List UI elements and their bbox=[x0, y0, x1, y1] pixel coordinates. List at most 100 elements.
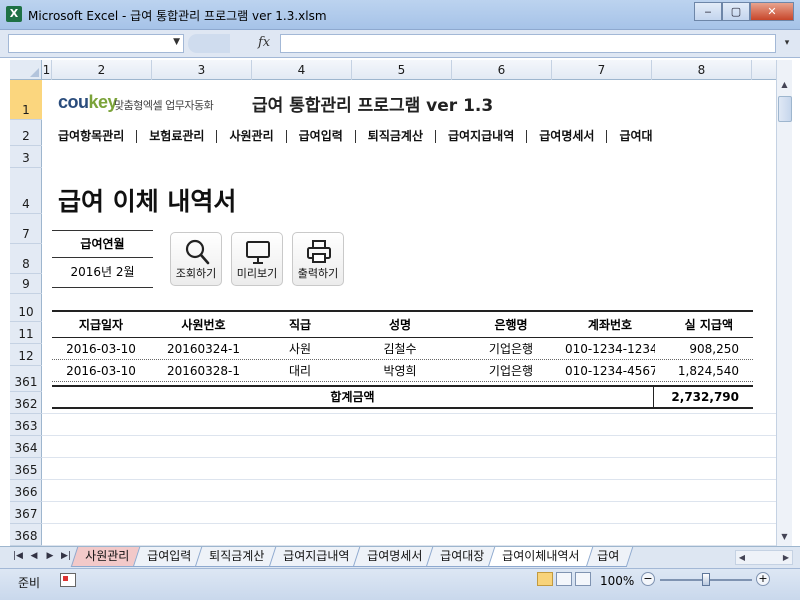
column-header[interactable]: 8 bbox=[652, 60, 752, 80]
maximize-button[interactable]: ▢ bbox=[722, 2, 750, 21]
vertical-scrollbar[interactable]: ▲ ▼ bbox=[776, 60, 792, 546]
formula-input[interactable] bbox=[280, 34, 776, 53]
preview-button[interactable]: 미리보기 bbox=[231, 232, 283, 286]
table-cell: 박영희 bbox=[383, 364, 417, 378]
column-header[interactable]: 3 bbox=[152, 60, 252, 80]
period-label: 급여연월 bbox=[52, 230, 153, 258]
row-header[interactable]: 1 bbox=[10, 80, 42, 120]
close-button[interactable]: ✕ bbox=[750, 2, 794, 21]
preview-button-label: 미리보기 bbox=[236, 267, 278, 280]
row-header[interactable]: 363 bbox=[10, 414, 42, 436]
sheet-tab-label: 급여입력 bbox=[147, 549, 192, 563]
table-cell: 20160324-1 bbox=[166, 342, 241, 356]
vertical-scroll-thumb[interactable] bbox=[778, 96, 792, 122]
period-value[interactable]: 2016년 2월 bbox=[52, 258, 153, 288]
total-row: 합계금액 2,732,790 bbox=[52, 385, 753, 409]
sheet-tab[interactable]: 급여지급내역 bbox=[268, 547, 364, 567]
page-layout-view-button[interactable] bbox=[556, 572, 572, 586]
logo-subtitle: 맞춤형엑셀 업무자동화 bbox=[114, 99, 214, 112]
zoom-slider-thumb[interactable] bbox=[702, 573, 710, 586]
select-all-corner[interactable] bbox=[10, 60, 42, 80]
row-header[interactable]: 4 bbox=[10, 168, 42, 214]
formula-bar-splitter[interactable] bbox=[188, 34, 230, 53]
minimize-button[interactable]: ‒ bbox=[694, 2, 722, 21]
table-cell: 2016-03-10 bbox=[66, 364, 136, 378]
search-button[interactable]: 조회하기 bbox=[170, 232, 222, 286]
row-header[interactable]: 365 bbox=[10, 458, 42, 480]
table-header-row: 지급일자 사원번호 직급 성명 은행명 계좌번호 실 지급액 bbox=[52, 310, 753, 338]
print-button[interactable]: 출력하기 bbox=[292, 232, 344, 286]
column-header[interactable]: 7 bbox=[552, 60, 652, 80]
zoom-out-icon[interactable]: − bbox=[641, 572, 655, 586]
menu-item[interactable]: 보험료관리 bbox=[137, 129, 218, 143]
last-sheet-icon[interactable]: ▶| bbox=[60, 551, 72, 561]
gridline bbox=[42, 501, 776, 502]
zoom-level[interactable]: 100% bbox=[600, 574, 634, 588]
row-header[interactable]: 2 bbox=[10, 120, 42, 146]
menu-item[interactable]: 급여명세서 bbox=[527, 129, 608, 143]
scroll-right-icon[interactable]: ▶ bbox=[780, 551, 792, 564]
window-title: Microsoft Excel - 급여 통합관리 프로그램 ver 1.3.x… bbox=[28, 9, 327, 23]
table-row[interactable]: 2016-03-10 20160328-1 대리 박영희 기업은행 010-1234-45… bbox=[52, 360, 753, 382]
menu-item[interactable]: 퇴직금계산 bbox=[356, 129, 436, 143]
page-break-view-button[interactable] bbox=[575, 572, 591, 586]
table-cell: 010-1234-4567 bbox=[565, 364, 655, 378]
column-heading: 실 지급액 bbox=[684, 318, 733, 332]
sheet-tab-label: 퇴직금계산 bbox=[209, 549, 265, 563]
row-header[interactable]: 11 bbox=[10, 322, 42, 344]
column-header[interactable]: 2 bbox=[52, 60, 152, 80]
row-header[interactable]: 368 bbox=[10, 524, 42, 546]
worksheet[interactable]: coukey 맞춤형엑셀 업무자동화 급여 통합관리 프로그램 ver 1.3 … bbox=[42, 80, 776, 546]
prev-sheet-icon[interactable]: ◀ bbox=[28, 551, 40, 561]
sheet-tab[interactable]: 퇴직금계산 bbox=[195, 547, 279, 567]
sheet-tab[interactable]: 급여이체내역서 bbox=[487, 547, 594, 567]
row-header[interactable]: 362 bbox=[10, 392, 42, 414]
table-cell: 908,250 bbox=[689, 342, 739, 356]
first-sheet-icon[interactable]: |◀ bbox=[12, 551, 24, 561]
chevron-down-icon[interactable]: ▼ bbox=[173, 37, 180, 47]
row-header[interactable]: 364 bbox=[10, 436, 42, 458]
scroll-left-icon[interactable]: ◀ bbox=[736, 551, 748, 564]
row-header[interactable]: 361 bbox=[10, 366, 42, 392]
scroll-down-icon[interactable]: ▼ bbox=[777, 530, 792, 544]
row-header[interactable]: 3 bbox=[10, 146, 42, 168]
menu-item[interactable]: 급여항목관리 bbox=[42, 129, 138, 143]
macro-record-icon[interactable] bbox=[60, 573, 76, 587]
table-row[interactable]: 2016-03-10 20160324-1 사원 김철수 기업은행 010-1234-12… bbox=[52, 338, 753, 360]
printer-icon bbox=[307, 240, 331, 263]
column-header[interactable]: 4 bbox=[252, 60, 352, 80]
row-header[interactable]: 367 bbox=[10, 502, 42, 524]
row-header[interactable]: 12 bbox=[10, 344, 42, 366]
window-controls: ‒ ▢ ✕ bbox=[694, 2, 794, 21]
menu-item[interactable]: 사원관리 bbox=[217, 129, 287, 143]
logo-accent: key bbox=[88, 92, 118, 112]
monitor-icon bbox=[246, 241, 270, 264]
gridline bbox=[42, 413, 776, 414]
table-cell: 기업은행 bbox=[488, 364, 534, 378]
column-header[interactable]: 6 bbox=[452, 60, 552, 80]
zoom-in-icon[interactable]: + bbox=[756, 572, 770, 586]
sheet-tab[interactable]: 급여명세서 bbox=[352, 547, 437, 567]
normal-view-button[interactable] bbox=[537, 572, 553, 586]
row-header[interactable]: 8 bbox=[10, 244, 42, 274]
excel-icon[interactable]: X bbox=[6, 6, 22, 22]
table-cell: 김철수 bbox=[383, 342, 417, 356]
row-header[interactable]: 366 bbox=[10, 480, 42, 502]
row-header[interactable]: 9 bbox=[10, 274, 42, 294]
sheet-tab-label: 급여명세서 bbox=[366, 549, 423, 563]
column-headers: 12345678 bbox=[10, 60, 776, 80]
expand-formula-bar-button[interactable]: ▾ bbox=[780, 34, 794, 53]
horizontal-scrollbar[interactable]: ◀ ▶ bbox=[735, 550, 793, 565]
column-header[interactable]: 1 bbox=[42, 60, 52, 80]
menu-item[interactable]: 급여입력 bbox=[287, 129, 356, 143]
row-header[interactable]: 10 bbox=[10, 294, 42, 322]
menu-item[interactable]: 급여지급내역 bbox=[436, 129, 528, 143]
scroll-up-icon[interactable]: ▲ bbox=[777, 78, 792, 92]
next-sheet-icon[interactable]: ▶ bbox=[44, 551, 56, 561]
column-header[interactable]: 5 bbox=[352, 60, 452, 80]
row-header[interactable]: 7 bbox=[10, 214, 42, 244]
name-box[interactable]: ▼ bbox=[8, 34, 184, 53]
insert-function-icon[interactable]: fx bbox=[258, 35, 270, 50]
sheet-tab-label: 급여 bbox=[597, 549, 620, 563]
menu-item[interactable]: 급여대 bbox=[607, 129, 664, 143]
